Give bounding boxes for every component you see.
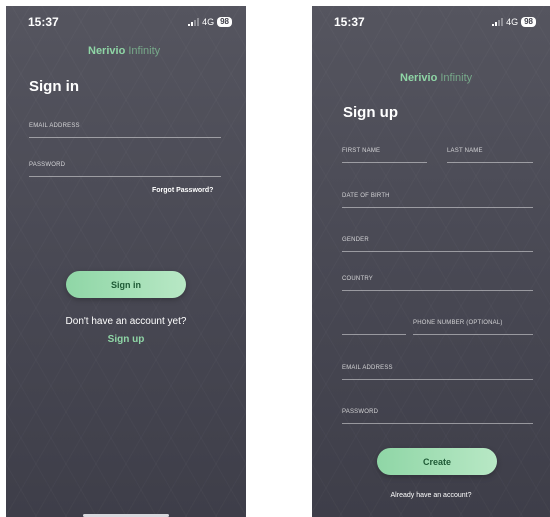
last-name-field[interactable]: LAST NAME: [447, 148, 533, 163]
date-of-birth-label: DATE OF BIRTH: [342, 193, 390, 199]
email-field-label: EMAIL ADDRESS: [29, 123, 80, 129]
sign-up-link[interactable]: Sign up: [6, 334, 246, 345]
brand-logo: Nerivio Infinity: [400, 72, 472, 84]
battery-icon: 98: [217, 17, 232, 27]
status-bar: 15:37 4G 98: [28, 14, 232, 30]
country-code-field[interactable]: [342, 320, 406, 335]
first-name-label: FIRST NAME: [342, 148, 381, 154]
phone-number-label: PHONE NUMBER (OPTIONAL): [413, 320, 503, 326]
no-account-prompt: Don't have an account yet?: [65, 316, 187, 327]
signal-icon: [188, 18, 200, 26]
signal-icon: [492, 18, 504, 26]
sign-in-button[interactable]: Sign in: [66, 271, 186, 298]
network-label: 4G: [202, 17, 215, 27]
page-title: Sign up: [343, 104, 398, 121]
status-time: 15:37: [334, 15, 365, 29]
gender-label: GENDER: [342, 237, 369, 243]
brand-suffix: Infinity: [128, 45, 161, 57]
password-field-label: PASSWORD: [342, 409, 379, 415]
password-field[interactable]: PASSWORD: [29, 162, 221, 177]
brand-name: Nerivio: [400, 72, 438, 84]
status-indicators: 4G 98: [188, 17, 232, 27]
date-of-birth-field[interactable]: DATE OF BIRTH: [342, 193, 533, 208]
brand-name: Nerivio: [88, 45, 126, 57]
brand-suffix: Infinity: [440, 72, 473, 84]
gender-field[interactable]: GENDER: [342, 237, 533, 252]
password-field-label: PASSWORD: [29, 162, 66, 168]
status-indicators: 4G 98: [492, 17, 536, 27]
network-label: 4G: [506, 17, 519, 27]
last-name-label: LAST NAME: [447, 148, 483, 154]
battery-icon: 98: [521, 17, 536, 27]
email-field[interactable]: EMAIL ADDRESS: [342, 365, 533, 380]
page-title: Sign in: [29, 78, 79, 95]
status-bar: 15:37 4G 98: [334, 14, 536, 30]
email-field-label: EMAIL ADDRESS: [342, 365, 393, 371]
sign-in-screen: 15:37 4G 98 Nerivio Infinity Sign in EMA…: [6, 6, 246, 517]
country-label: COUNTRY: [342, 276, 373, 282]
password-field[interactable]: PASSWORD: [342, 409, 533, 424]
phone-number-field[interactable]: PHONE NUMBER (OPTIONAL): [413, 320, 533, 335]
create-button[interactable]: Create: [377, 448, 497, 475]
first-name-field[interactable]: FIRST NAME: [342, 148, 427, 163]
status-time: 15:37: [28, 15, 59, 29]
brand-logo: Nerivio Infinity: [88, 45, 160, 57]
email-field[interactable]: EMAIL ADDRESS: [29, 123, 221, 138]
country-field[interactable]: COUNTRY: [342, 276, 533, 291]
sign-up-screen: 15:37 4G 98 Nerivio Infinity Sign up FIR…: [312, 6, 550, 517]
forgot-password-link[interactable]: Forgot Password?: [152, 187, 213, 194]
have-account-prompt[interactable]: Already have an account?: [312, 492, 550, 499]
